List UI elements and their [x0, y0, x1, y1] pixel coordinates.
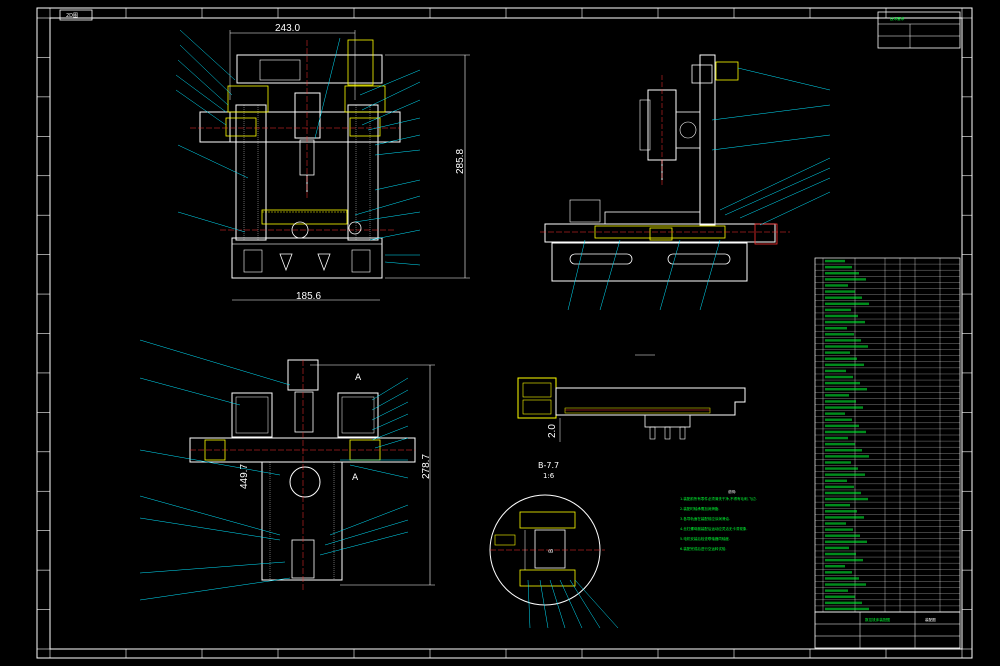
dim-front-height: 285.8: [455, 149, 466, 174]
note-line-2: 2.装配时轴承需加润滑脂.: [680, 506, 719, 511]
dim-lower-height: 278.7: [421, 454, 432, 479]
detail-bb-label: B: [548, 549, 555, 553]
section-b-label: B-7.7: [538, 461, 559, 470]
title-block-top: 技术要求: [877, 11, 961, 49]
side-view: [540, 54, 831, 311]
note-line-6: 6.装配完成后进行空运转试验.: [680, 546, 726, 551]
notes-heading: 说明:: [728, 489, 736, 494]
cad-drawing-canvas: 2D图 243.0 285.8 185.6 278.7 449.7 A A 2.…: [0, 0, 1000, 666]
title-block-company: 数控铣床装配图: [865, 617, 891, 622]
notes-block: 说明: 1.装配前所有零件必须清洗干净,不得有毛刺,飞边. 2.装配时轴承需加润…: [680, 489, 757, 551]
dim-detail: 2.0: [547, 424, 558, 438]
dim-lower-left: 449.7: [239, 464, 250, 489]
dim-front-width: 243.0: [275, 23, 300, 34]
drawing-svg: 2D图 243.0 285.8 185.6 278.7 449.7 A A 2.…: [36, 7, 973, 659]
title-block-top-label: 技术要求: [890, 16, 905, 21]
note-line-3: 3.各导轨面在装配前应涂润滑油.: [680, 516, 730, 521]
detail-circle: B: [489, 494, 619, 629]
top-view: 278.7 449.7 A A: [139, 339, 435, 601]
note-line-1: 1.装配前所有零件必须清洗干净,不得有毛刺,飞边.: [680, 496, 757, 501]
title-box-label: 2D图: [66, 13, 78, 19]
section-b-scale: 1:6: [543, 472, 555, 480]
note-line-4: 4.丝杠螺母副装配后运动应灵活无卡滞现象.: [680, 526, 747, 531]
parts-list-table: [814, 257, 961, 613]
section-a-top: A: [355, 373, 362, 383]
front-view: 243.0 285.8 185.6: [175, 23, 470, 302]
title-block-bottom: 数控铣床装配图 装配图: [814, 611, 961, 649]
section-a-bottom: A: [352, 473, 359, 483]
title-block-drawing-no: 装配图: [925, 617, 936, 622]
dim-front-base: 185.6: [296, 291, 321, 302]
section-bb-view: 2.0 B-7.7 1:6: [517, 354, 746, 480]
note-line-5: 5.电机安装后检查联轴器同轴度.: [680, 536, 730, 541]
